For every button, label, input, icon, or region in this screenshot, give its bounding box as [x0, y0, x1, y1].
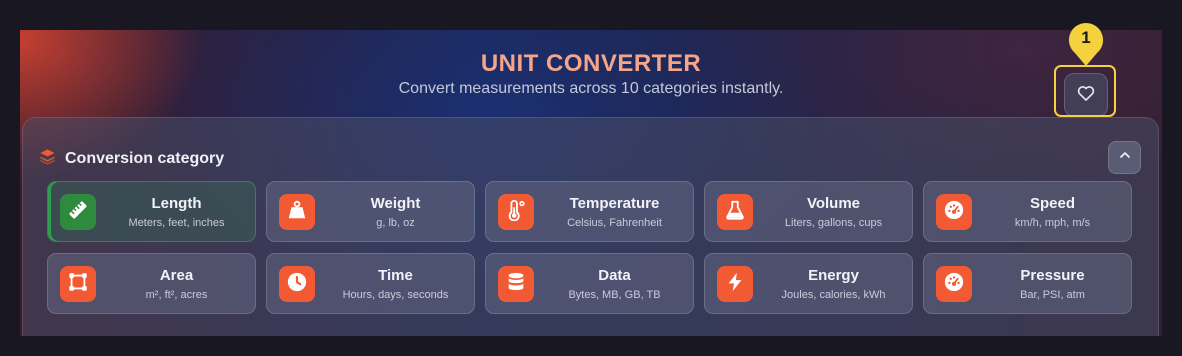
- area-icon: [67, 271, 89, 298]
- category-name: Length: [151, 195, 202, 212]
- category-name: Speed: [1029, 195, 1075, 212]
- category-desc: km/h, mph, m/s: [1014, 217, 1091, 229]
- panel-title: Conversion category: [65, 150, 225, 167]
- category-card-weight[interactable]: Weight g, lb, oz: [266, 181, 475, 242]
- clock-icon: [286, 271, 308, 298]
- category-card-speed[interactable]: Speed km/h, mph, m/s: [923, 181, 1132, 242]
- category-desc: Bytes, MB, GB, TB: [568, 289, 661, 301]
- annotation-number: 1: [1081, 28, 1091, 47]
- category-desc: m², ft², acres: [145, 289, 208, 301]
- category-name: Energy: [808, 267, 859, 284]
- category-desc: Celsius, Fahrenheit: [567, 217, 662, 229]
- panel-header: Conversion category: [39, 148, 224, 170]
- page-subtitle: Convert measurements across 10 categorie…: [398, 80, 784, 97]
- category-grid: Length Meters, feet, inches Weight g, lb…: [47, 181, 1132, 314]
- weight-icon: [286, 199, 308, 226]
- category-name: Weight: [370, 195, 421, 212]
- gauge-icon: [943, 199, 965, 226]
- category-name: Pressure: [1020, 267, 1085, 284]
- category-desc: Bar, PSI, atm: [1020, 289, 1085, 301]
- ruler-icon: [67, 199, 89, 226]
- category-desc: Joules, calories, kWh: [781, 289, 886, 301]
- category-card-area[interactable]: Area m², ft², acres: [47, 253, 256, 314]
- layers-icon: [39, 148, 56, 170]
- gauge-icon: [943, 271, 965, 298]
- bolt-icon: [724, 271, 746, 298]
- category-card-data[interactable]: Data Bytes, MB, GB, TB: [485, 253, 694, 314]
- category-card-time[interactable]: Time Hours, days, seconds: [266, 253, 475, 314]
- category-desc: g, lb, oz: [376, 217, 415, 229]
- thermometer-icon: [505, 199, 527, 226]
- category-name: Data: [598, 267, 631, 284]
- flask-icon: [724, 199, 746, 226]
- page-title: UNIT CONVERTER: [480, 50, 702, 77]
- category-card-pressure[interactable]: Pressure Bar, PSI, atm: [923, 253, 1132, 314]
- chevron-up-icon: [1117, 147, 1133, 168]
- category-name: Time: [378, 267, 413, 284]
- category-card-length[interactable]: Length Meters, feet, inches: [47, 181, 256, 242]
- annotation-highlight: [1054, 65, 1116, 117]
- category-name: Area: [159, 267, 194, 284]
- collapse-button[interactable]: [1108, 141, 1141, 174]
- category-card-volume[interactable]: Volume Liters, gallons, cups: [704, 181, 913, 242]
- category-card-temperature[interactable]: Temperature Celsius, Fahrenheit: [485, 181, 694, 242]
- category-name: Volume: [806, 195, 861, 212]
- category-desc: Liters, gallons, cups: [784, 217, 883, 229]
- category-name: Temperature: [569, 195, 660, 212]
- app-background: UNIT CONVERTER Convert measurements acro…: [20, 30, 1162, 336]
- category-card-energy[interactable]: Energy Joules, calories, kWh: [704, 253, 913, 314]
- category-desc: Meters, feet, inches: [128, 217, 225, 229]
- annotation-badge: 1: [1067, 22, 1105, 72]
- category-panel: Conversion category Length Meters, feet,…: [22, 117, 1159, 336]
- category-desc: Hours, days, seconds: [342, 289, 449, 301]
- database-icon: [505, 271, 527, 298]
